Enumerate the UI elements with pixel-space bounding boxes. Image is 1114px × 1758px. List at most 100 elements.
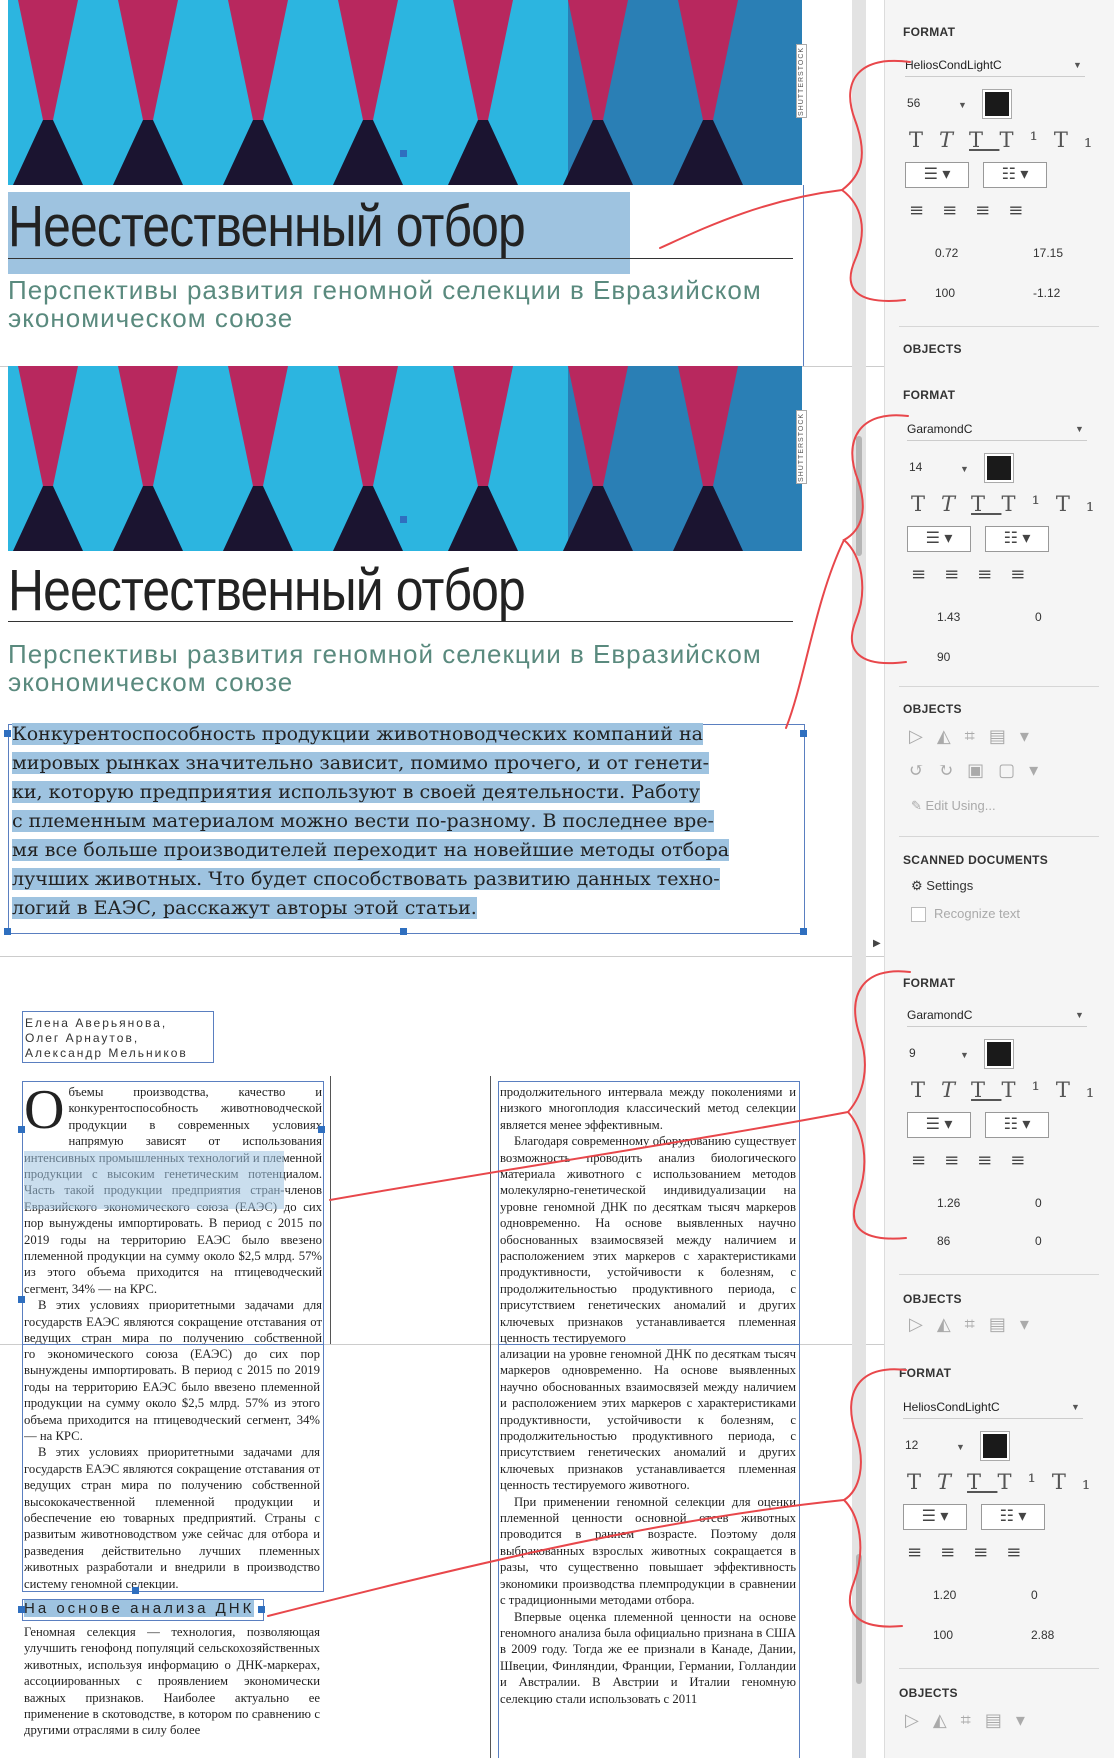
text-style-icons[interactable]: TTTT¹T₁: [911, 1078, 1110, 1102]
numbered-list-button[interactable]: ☷ ▾: [985, 1112, 1049, 1138]
vertical-scrollbar[interactable]: [852, 0, 866, 366]
vertical-scrollbar[interactable]: [852, 1344, 866, 1758]
font-size-select[interactable]: 56: [907, 96, 920, 110]
numbered-list-button[interactable]: ☷ ▾: [985, 526, 1049, 552]
horizontal-scale-field[interactable]: 100: [933, 1628, 953, 1642]
object-tool-icons[interactable]: ▷◭⌗▤▾: [905, 1710, 1039, 1731]
text-color-swatch[interactable]: [984, 453, 1014, 483]
resize-handle[interactable]: [4, 730, 11, 737]
alignment-icons[interactable]: ≡≡≡≡: [909, 200, 1041, 221]
resize-handle[interactable]: [4, 928, 11, 935]
font-size-select[interactable]: 9: [909, 1046, 916, 1060]
horizontal-scale-field[interactable]: 86: [937, 1234, 950, 1248]
text-color-swatch[interactable]: [982, 89, 1012, 119]
chevron-down-icon[interactable]: ▼: [956, 1442, 965, 1452]
resize-handle[interactable]: [400, 150, 407, 157]
column-divider: [490, 1344, 491, 1758]
article-lede[interactable]: Конкурентоспособность продукции животнов…: [12, 720, 802, 923]
font-family-select[interactable]: GaramondC: [907, 418, 1087, 441]
scroll-thumb[interactable]: [856, 436, 862, 556]
lede-line: логий в ЕАЭС, расскажут авторы этой стат…: [12, 897, 477, 919]
expand-arrow-icon[interactable]: ▶: [873, 938, 881, 949]
vertical-scrollbar[interactable]: [852, 956, 866, 1344]
horizontal-scale-field[interactable]: 90: [937, 650, 950, 664]
tracking-field[interactable]: -1.12: [1033, 286, 1060, 300]
chevron-down-icon[interactable]: ▼: [960, 464, 969, 474]
chevron-down-icon[interactable]: ▼: [1073, 60, 1082, 70]
leading-field[interactable]: 1.20: [933, 1588, 956, 1602]
chevron-down-icon[interactable]: ▼: [1071, 1402, 1080, 1412]
alignment-icons[interactable]: ≡≡≡≡: [911, 1150, 1043, 1171]
chevron-down-icon[interactable]: ▼: [1075, 1010, 1084, 1020]
chevron-down-icon[interactable]: ▼: [960, 1050, 969, 1060]
numbered-list-button[interactable]: ☷ ▾: [981, 1504, 1045, 1530]
font-family-select[interactable]: GaramondC: [907, 1004, 1087, 1027]
leading-field[interactable]: 1.43: [937, 610, 960, 624]
font-size-select[interactable]: 14: [909, 460, 922, 474]
scroll-thumb[interactable]: [856, 1554, 862, 1684]
resize-handle[interactable]: [800, 928, 807, 935]
resize-handle[interactable]: [132, 1587, 139, 1594]
gear-icon: ⚙: [911, 878, 923, 893]
leading-field[interactable]: 1.26: [937, 1196, 960, 1210]
settings-label: Settings: [926, 878, 974, 893]
object-tool-icons[interactable]: ▷◭⌗▤▾: [909, 726, 1043, 747]
object-tool-icons[interactable]: ↺↻▣▢▾: [909, 760, 1052, 781]
resize-handle[interactable]: [400, 928, 407, 935]
resize-handle[interactable]: [18, 1606, 25, 1613]
text-color-swatch[interactable]: [980, 1431, 1010, 1461]
resize-handle[interactable]: [18, 1126, 25, 1133]
alignment-icons[interactable]: ≡≡≡≡: [911, 564, 1043, 585]
article-subtitle-line1: Перспективы развития геномной селекции в…: [8, 639, 762, 669]
font-family-select[interactable]: HeliosCondLightC: [903, 1396, 1083, 1419]
leading-field[interactable]: 0.72: [935, 246, 958, 260]
article-photo[interactable]: [8, 0, 802, 185]
resize-handle[interactable]: [318, 1126, 325, 1133]
tracking-field[interactable]: 2.88: [1031, 1628, 1054, 1642]
bullet-list-button[interactable]: ☰ ▾: [907, 526, 971, 552]
left-column-continuation[interactable]: Геномная селекция — технология, позволяю…: [24, 1624, 320, 1758]
bullet-list-button[interactable]: ☰ ▾: [907, 1112, 971, 1138]
paragraph-space-field[interactable]: 0: [1035, 1196, 1042, 1210]
text-color-swatch[interactable]: [984, 1039, 1014, 1069]
bullet-list-button[interactable]: ☰ ▾: [903, 1504, 967, 1530]
resize-handle[interactable]: [800, 730, 807, 737]
paragraph-space-field[interactable]: 17.15: [1033, 246, 1063, 260]
title-rule: [8, 621, 793, 622]
text-style-icons[interactable]: TTTT¹T₁: [911, 492, 1110, 516]
paragraph-space-field[interactable]: 0: [1031, 1588, 1038, 1602]
numbered-list-button[interactable]: ☷ ▾: [983, 162, 1047, 188]
resize-handle[interactable]: [258, 1606, 265, 1613]
article-title[interactable]: Неестественный отбор: [8, 554, 526, 628]
format-panel: FORMAT HeliosCondLightC ▼ 56 ▼ TTTT¹T₁ ☰…: [884, 0, 1114, 366]
chevron-down-icon[interactable]: ▼: [958, 100, 967, 110]
horizontal-scale-field[interactable]: 100: [935, 286, 955, 300]
font-size-select[interactable]: 12: [905, 1438, 918, 1452]
paragraph-space-field[interactable]: 0: [1035, 610, 1042, 624]
recognize-text-checkbox[interactable]: Recognize text: [911, 906, 1020, 923]
subhead[interactable]: На основе анализа ДНК: [24, 1600, 255, 1617]
right-column-text[interactable]: продолжительного интервала между поколен…: [500, 1084, 796, 1344]
lede-line: с племенным материалом можно вести по-ра…: [12, 810, 714, 832]
article-title[interactable]: Неестественный отбор: [8, 190, 526, 264]
objects-heading: OBJECTS: [903, 342, 962, 356]
objects-heading: OBJECTS: [899, 1686, 958, 1700]
author-3: Александр Мельников: [25, 1046, 188, 1060]
article-photo[interactable]: [8, 366, 802, 551]
object-tool-icons[interactable]: ▷◭⌗▤▾: [909, 1314, 1043, 1335]
paragraph: Впервые оценка племенной ценности на осн…: [500, 1609, 796, 1706]
bullet-list-button[interactable]: ☰ ▾: [905, 162, 969, 188]
chevron-down-icon[interactable]: ▼: [1075, 424, 1084, 434]
text-style-icons[interactable]: TTTT¹T₁: [907, 1470, 1106, 1494]
left-column-text[interactable]: го экономического союза (ЕАЭС) до сих по…: [24, 1346, 320, 1590]
text-style-icons[interactable]: TTTT¹T₁: [909, 128, 1108, 152]
settings-button[interactable]: ⚙ Settings: [911, 878, 973, 894]
tracking-field[interactable]: 0: [1035, 1234, 1042, 1248]
alignment-icons[interactable]: ≡≡≡≡: [907, 1542, 1039, 1563]
edit-using-button[interactable]: ✎ Edit Using...: [911, 798, 996, 814]
resize-handle[interactable]: [400, 516, 407, 523]
left-column-text[interactable]: О бъемы производства, качество и конкуре…: [24, 1084, 322, 1344]
resize-handle[interactable]: [18, 1296, 25, 1303]
font-family-select[interactable]: HeliosCondLightC: [905, 54, 1085, 77]
right-column-text[interactable]: ализации на уровне геномной ДНК по десят…: [500, 1346, 796, 1756]
